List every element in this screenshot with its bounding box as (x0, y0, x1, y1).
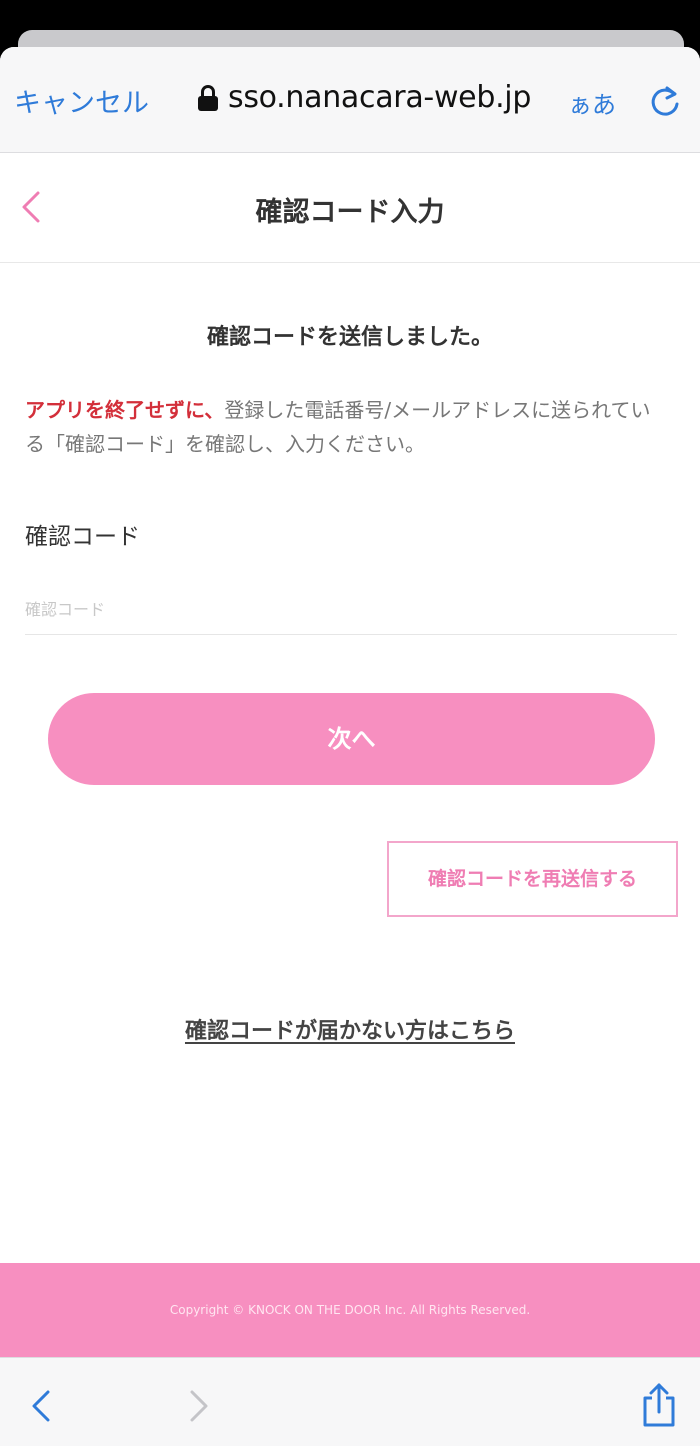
notice-warning: アプリを終了せずに、 (25, 398, 225, 422)
reload-icon[interactable] (648, 85, 682, 119)
resend-code-button[interactable]: 確認コードを再送信する (387, 841, 678, 917)
browser-sheet: キャンセル sso.nanacara-web.jp ぁあ 確認コード入力 確認コ… (0, 47, 700, 1446)
lock-icon (198, 84, 218, 111)
text-size-button[interactable]: ぁあ (568, 85, 616, 120)
back-icon[interactable] (28, 1388, 54, 1424)
code-field-label: 確認コード (25, 524, 140, 550)
page-title: 確認コード入力 (255, 197, 445, 228)
share-icon[interactable] (640, 1382, 678, 1428)
notice-text: アプリを終了せずに、登録した電話番号/メールアドレスに送られている「確認コード」… (25, 393, 665, 461)
footer: Copyright © KNOCK ON THE DOOR Inc. All R… (0, 1263, 700, 1357)
page-header: 確認コード入力 (0, 153, 700, 263)
sent-message: 確認コードを送信しました。 (206, 325, 493, 350)
browser-toolbar (0, 1357, 700, 1446)
code-input[interactable] (25, 585, 677, 635)
forward-icon (190, 1390, 208, 1422)
address-bar[interactable]: sso.nanacara-web.jp (198, 80, 531, 115)
code-not-received-link[interactable]: 確認コードが届かない方はこちら (0, 1013, 700, 1045)
browser-top-bar: キャンセル sso.nanacara-web.jp ぁあ (0, 47, 700, 153)
help-link-text[interactable]: 確認コードが届かない方はこちら (185, 1019, 515, 1044)
next-button[interactable]: 次へ (48, 693, 655, 785)
copyright-text: Copyright © KNOCK ON THE DOOR Inc. All R… (169, 1303, 531, 1317)
cancel-button[interactable]: キャンセル (14, 81, 149, 120)
url-text: sso.nanacara-web.jp (228, 80, 532, 115)
